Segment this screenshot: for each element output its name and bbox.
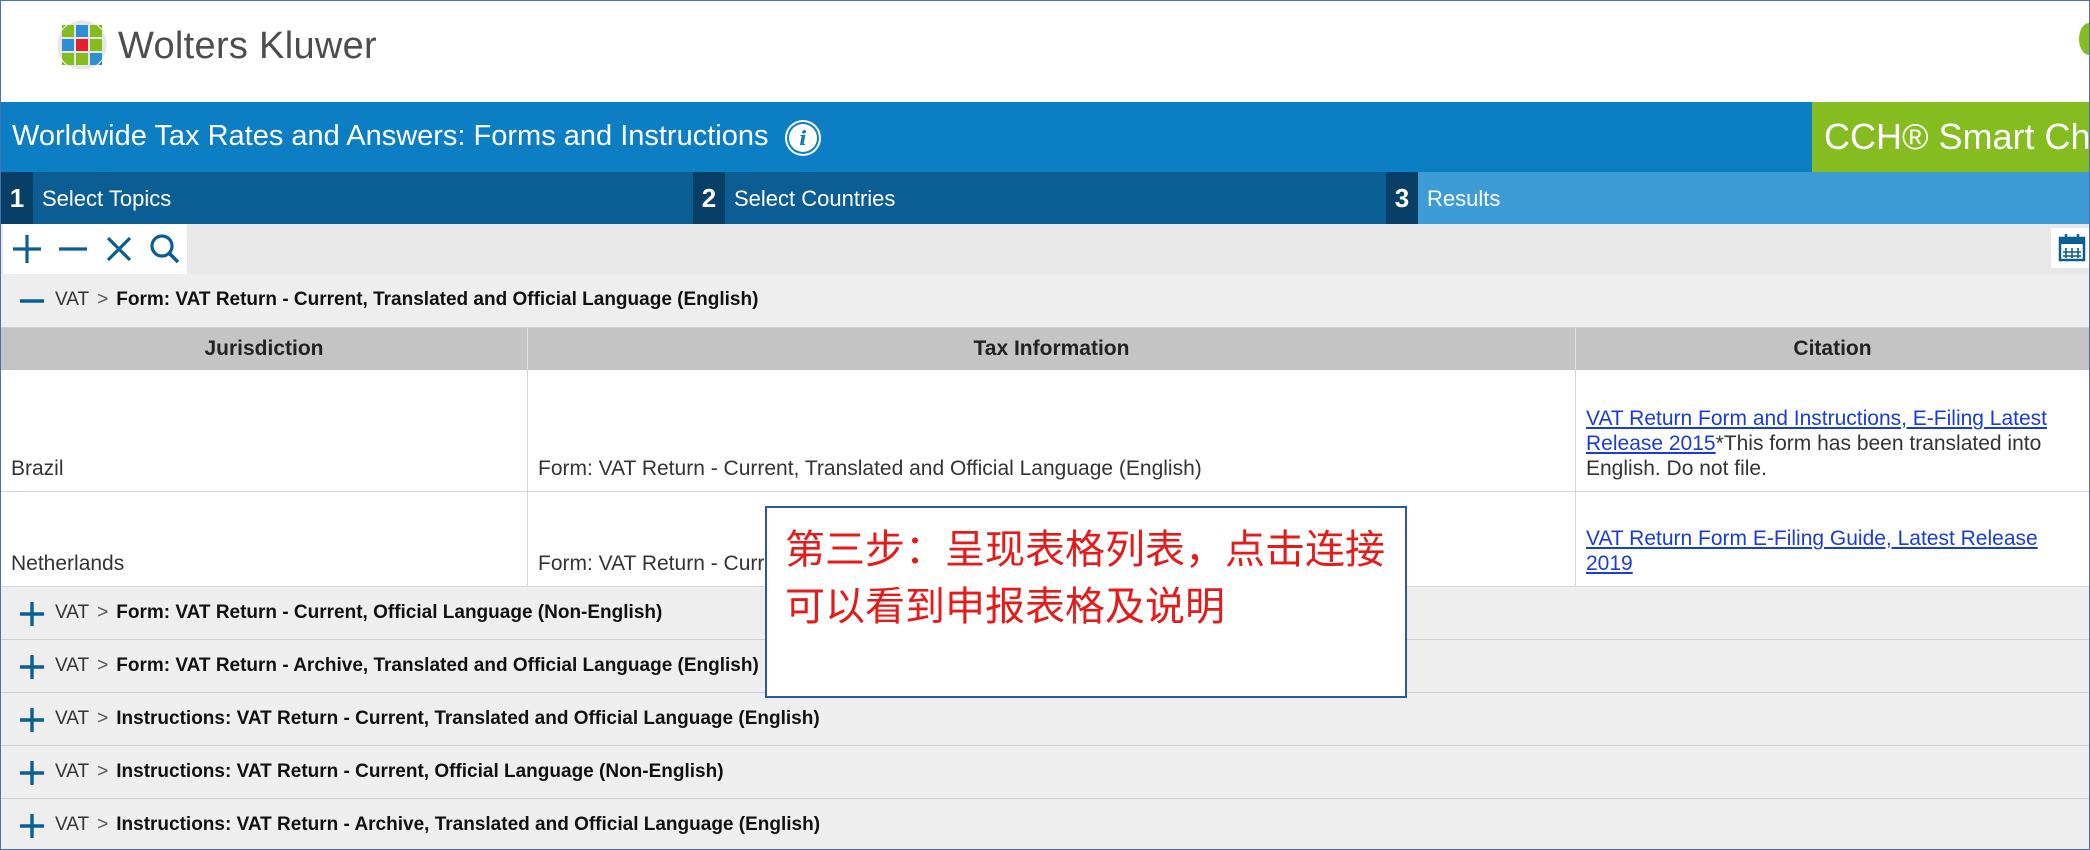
- info-icon[interactable]: i: [789, 124, 817, 152]
- breadcrumb-separator: >: [97, 655, 109, 676]
- breadcrumb-separator: >: [97, 708, 109, 729]
- toolbar-button-group: [3, 224, 187, 274]
- citation-content: VAT Return Form and Instructions, E-Fili…: [1586, 406, 2069, 481]
- results-table-header: Jurisdiction Tax Information Citation: [1, 328, 2089, 370]
- step-number: 1: [1, 172, 33, 224]
- step-label: Select Countries: [734, 186, 896, 211]
- breadcrumb-separator: >: [97, 761, 109, 782]
- wolters-kluwer-logo: [56, 19, 108, 71]
- step-select-topics[interactable]: 1 Select Topics: [1, 172, 693, 224]
- calendar-icon[interactable]: [2051, 228, 2090, 268]
- cell-jurisdiction: Netherlands: [1, 492, 528, 586]
- group-title: Form: VAT Return - Current, Official Lan…: [116, 602, 663, 623]
- group-breadcrumb: VAT > Instructions: VAT Return - Current, …: [55, 761, 724, 783]
- product-badge[interactable]: CCH® Smart Ch: [1812, 102, 2090, 172]
- citation-content: VAT Return Form E-Filing Guide, Latest R…: [1586, 526, 2069, 576]
- group-title: Instructions: VAT Return - Current, Offi…: [116, 761, 724, 782]
- step-number: 2: [693, 172, 725, 224]
- step-label: Results: [1427, 186, 1501, 211]
- step-label: Select Topics: [42, 186, 172, 211]
- close-icon[interactable]: [99, 229, 139, 269]
- group-title: Instructions: VAT Return - Current, Tran…: [116, 708, 820, 729]
- table-row: Brazil Form: VAT Return - Current, Trans…: [1, 370, 2089, 492]
- topic-label: VAT: [55, 761, 90, 782]
- results-toolbar: [1, 224, 2089, 274]
- collapse-minus-icon[interactable]: [19, 288, 45, 314]
- search-icon[interactable]: [145, 229, 185, 269]
- topic-label: VAT: [55, 814, 90, 835]
- group-title: Form: VAT Return - Archive, Translated a…: [116, 655, 759, 676]
- citation-link[interactable]: VAT Return Form E-Filing Guide, Latest R…: [1586, 527, 2038, 575]
- minus-icon[interactable]: [53, 229, 93, 269]
- breadcrumb-separator: >: [97, 289, 109, 310]
- expand-plus-icon[interactable]: [19, 707, 45, 733]
- step-number: 3: [1386, 172, 1418, 224]
- group-breadcrumb: VAT > Instructions: VAT Return - Archive, …: [55, 814, 820, 836]
- cell-citation: VAT Return Form E-Filing Guide, Latest R…: [1576, 492, 2089, 586]
- column-header-tax-information[interactable]: Tax Information: [528, 328, 1576, 370]
- annotation-callout: 第三步：呈现表格列表，点击连接可以看到申报表格及说明: [765, 506, 1407, 698]
- group-row-collapsed[interactable]: VAT > Instructions: VAT Return - Archive, …: [1, 799, 2089, 849]
- brand-bar: Wolters Kluwer: [1, 1, 2089, 101]
- annotation-text: 第三步：呈现表格列表，点击连接可以看到申报表格及说明: [785, 527, 1385, 630]
- product-badge-label: CCH® Smart Ch: [1824, 116, 2090, 157]
- group-row-expanded[interactable]: VAT > Form: VAT Return - Current, Translat…: [1, 274, 2089, 328]
- topic-label: VAT: [55, 708, 90, 729]
- topic-label: VAT: [55, 602, 90, 623]
- group-breadcrumb: VAT > Instructions: VAT Return - Current, …: [55, 708, 820, 730]
- expand-plus-icon[interactable]: [19, 813, 45, 839]
- step-results[interactable]: 3 Results: [1386, 172, 2089, 224]
- column-header-jurisdiction[interactable]: Jurisdiction: [1, 328, 528, 370]
- plus-icon[interactable]: [7, 229, 47, 269]
- group-row-collapsed[interactable]: VAT > Instructions: VAT Return - Current, …: [1, 746, 2089, 799]
- step-select-countries[interactable]: 2 Select Countries: [693, 172, 1386, 224]
- group-breadcrumb: VAT > Form: VAT Return - Current, Official…: [55, 602, 662, 624]
- breadcrumb-separator: >: [97, 814, 109, 835]
- brand-edge-mark: [2079, 23, 2089, 55]
- expand-plus-icon[interactable]: [19, 601, 45, 627]
- column-header-citation[interactable]: Citation: [1576, 328, 2089, 370]
- logo-text: Wolters Kluwer: [118, 25, 378, 67]
- topic-label: VAT: [55, 289, 90, 310]
- page-title: Worldwide Tax Rates and Answers: Forms a…: [12, 120, 769, 152]
- group-title: Instructions: VAT Return - Archive, Tran…: [116, 814, 821, 835]
- topic-label: VAT: [55, 655, 90, 676]
- cell-jurisdiction: Brazil: [1, 370, 528, 491]
- group-breadcrumb: VAT > Form: VAT Return - Archive, Translat…: [55, 655, 759, 677]
- expand-plus-icon[interactable]: [19, 760, 45, 786]
- group-breadcrumb: VAT > Form: VAT Return - Current, Translat…: [55, 289, 758, 311]
- group-row-collapsed[interactable]: VAT > Instructions: VAT Return - Current, …: [1, 693, 2089, 746]
- group-title: Form: VAT Return - Current, Translated a…: [116, 289, 759, 310]
- cell-citation: VAT Return Form and Instructions, E-Fili…: [1576, 370, 2089, 491]
- tax-info-text: Form: VAT Return - Current, Translated a…: [538, 457, 1202, 480]
- app-frame: Wolters Kluwer Worldwide Tax Rates and A…: [0, 0, 2090, 850]
- breadcrumb-separator: >: [97, 602, 109, 623]
- jurisdiction-text: Netherlands: [11, 552, 125, 575]
- cell-tax-information: Form: VAT Return - Current, Translated a…: [528, 370, 1576, 491]
- title-bar: Worldwide Tax Rates and Answers: Forms a…: [1, 102, 2089, 172]
- expand-plus-icon[interactable]: [19, 654, 45, 680]
- jurisdiction-text: Brazil: [11, 457, 64, 480]
- wizard-steps: 1 Select Topics 2 Select Countries 3 Res…: [1, 172, 2089, 224]
